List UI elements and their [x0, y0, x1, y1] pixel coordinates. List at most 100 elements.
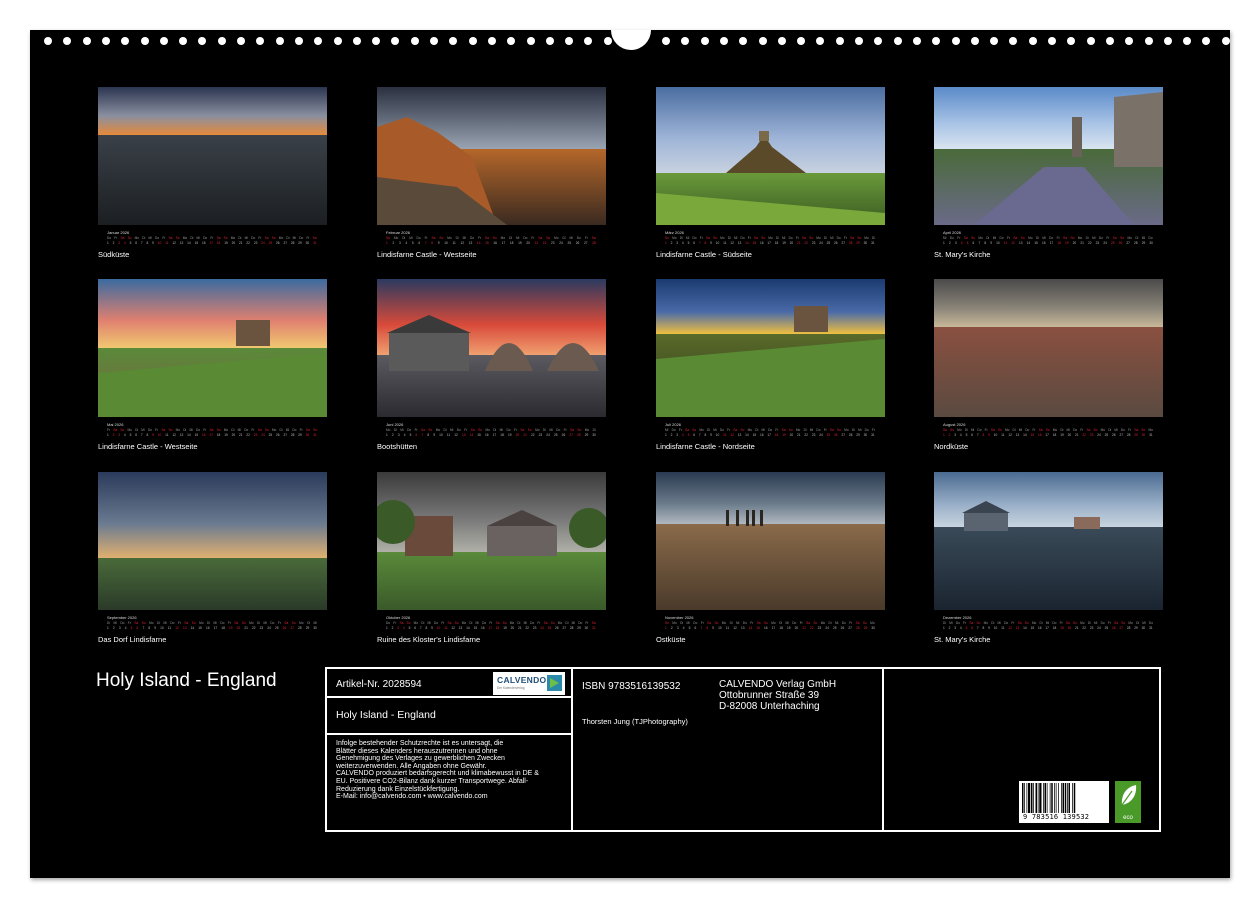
barcode-bar: [1033, 783, 1034, 813]
day-number: 31: [313, 241, 317, 245]
day-number: 6: [135, 241, 137, 245]
weekday-abbr: Do: [386, 621, 391, 625]
weekday-abbr: Mo: [699, 428, 704, 432]
day-number: 1: [665, 626, 667, 630]
day-number: 10: [157, 433, 162, 437]
weekday-abbr: Mo: [1077, 236, 1083, 240]
weekday-abbr: Mo: [500, 236, 506, 240]
photo-scene: [656, 87, 885, 225]
weekday-abbr: Fr: [963, 621, 967, 625]
day-number: 25: [826, 241, 831, 245]
day-number: 6: [136, 626, 139, 630]
day-number: 14: [745, 241, 749, 245]
weekday-abbr: Mo: [554, 236, 559, 240]
weekday-abbr: Di: [307, 621, 311, 625]
day-number: 30: [584, 626, 589, 630]
legal-line: Blätter dieses Kalenders herauszutrennen…: [336, 747, 498, 755]
day-number: 25: [1104, 433, 1109, 437]
weekday-abbr: So: [264, 428, 269, 432]
month-label: November 2026: [665, 615, 694, 620]
day-number: 21: [797, 433, 801, 437]
day-number: 16: [205, 626, 210, 630]
weekday-abbr: Sa: [520, 428, 525, 432]
day-number: 18: [495, 626, 500, 630]
day-number: 29: [856, 241, 860, 245]
binding-hole: [855, 37, 863, 45]
day-number: 22: [804, 241, 808, 245]
day-number: 16: [484, 433, 489, 437]
weekday-abbr: So: [1073, 621, 1077, 625]
binding-hole: [1125, 37, 1134, 45]
weekday-abbr: Fr: [531, 236, 535, 240]
day-number: 30: [871, 626, 875, 630]
day-number: 27: [1126, 241, 1130, 245]
binding-hole: [44, 37, 52, 45]
day-number: 27: [848, 626, 852, 630]
weekday-abbr: So: [976, 621, 981, 625]
day-number: 22: [246, 433, 250, 437]
binding-hole: [430, 37, 438, 45]
day-number: 7: [976, 626, 979, 630]
weekday-abbr: Fr: [424, 236, 428, 240]
eco-badge: eco: [1115, 781, 1141, 823]
weekday-abbr: Do: [1120, 428, 1125, 432]
day-number: 25: [567, 241, 572, 245]
day-number: 8: [431, 241, 434, 245]
weekday-abbr: Mo: [1080, 621, 1085, 625]
binding-hole: [294, 37, 303, 45]
day-number: 2: [670, 626, 673, 630]
day-number: 25: [547, 626, 552, 630]
day-number: 16: [759, 433, 764, 437]
month-photo: [377, 87, 606, 225]
day-number: 14: [476, 241, 481, 245]
weekday-abbr: Fr: [162, 236, 166, 240]
weekday-abbr: Do: [456, 428, 461, 432]
weekday-abbr: Do: [196, 428, 201, 432]
barcode-bar: [1051, 783, 1053, 813]
weekday-abbr: Do: [742, 621, 747, 625]
weekday-abbr: Mi: [713, 428, 717, 432]
weekday-abbr: Fr: [210, 236, 214, 240]
weekday-abbr: So: [223, 236, 228, 240]
weekday-abbr: Do: [1100, 621, 1105, 625]
day-number: 18: [1052, 626, 1057, 630]
legal-line: Infolge bestehender Schutzrechte ist es …: [336, 740, 504, 747]
weekday-abbr: Mo: [127, 428, 132, 432]
day-number: 4: [681, 241, 684, 245]
day-number: 30: [305, 241, 310, 245]
day-number: 22: [530, 433, 535, 437]
day-number: 3: [398, 241, 401, 245]
weekday-abbr: Sa: [257, 428, 262, 432]
barcode-bar: [1039, 783, 1042, 813]
day-number: 28: [848, 241, 853, 245]
day-number: 25: [275, 626, 279, 630]
day-number: 7: [140, 241, 143, 245]
month-page: März 2026 So Mo Di Mi Do Fr Sa So Mo Di Mi Do Fr Sa So M…: [656, 87, 885, 262]
weekday-abbr: Mi: [830, 236, 834, 240]
day-number-row: 1 2 3 4 5 6 7 8 9 10 11 12 13 14 15 16 17 18 19 20 21 22 23 24 2…: [665, 626, 875, 630]
day-number: 7: [698, 241, 701, 245]
weekday-abbr: Mo: [1028, 236, 1033, 240]
day-number: 21: [518, 626, 522, 630]
day-number: 3: [954, 626, 957, 630]
day-number-row: 1 2 3 4 5 6 7 8 9 10 11 12 13 14 15 16 17 18 19 20 21 22 23 24 2…: [943, 626, 1153, 630]
weekday-abbr: Mi: [858, 428, 862, 432]
barcode-bars: [1022, 783, 1076, 813]
day-number: 13: [1015, 433, 1020, 437]
barcode-bar: [1067, 783, 1068, 813]
binding-hole: [198, 37, 207, 45]
weekday-abbr: Di: [402, 236, 406, 240]
weekday-abbr: Mi: [141, 428, 145, 432]
day-number: 29: [863, 626, 868, 630]
weekday-abbr: So: [386, 236, 390, 240]
weekday-abbr: Mo: [1100, 428, 1106, 432]
day-number: 21: [797, 241, 801, 245]
day-number: 26: [1112, 433, 1116, 437]
weekday-abbr: So: [862, 621, 867, 625]
day-number: 24: [559, 241, 563, 245]
weekday-abbr: Sa: [591, 236, 596, 240]
weekday-abbr: Fr: [1006, 236, 1010, 240]
weekday-row: Mo Di Mi Do Fr Sa So Mo Di Mi Do Fr Sa So Mo Di Mi Do Fr Sa…: [386, 428, 596, 432]
weekday-abbr: Mo: [149, 621, 154, 625]
photo-scene: [377, 87, 606, 225]
